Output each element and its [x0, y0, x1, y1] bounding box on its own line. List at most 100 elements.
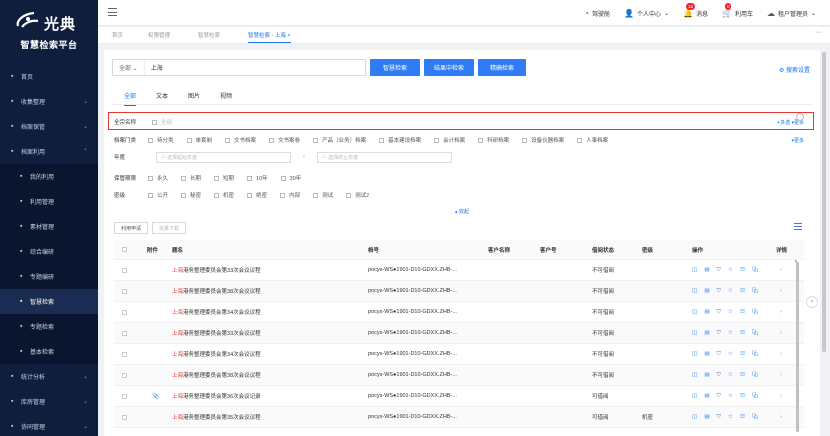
checkbox[interactable]: [280, 192, 286, 198]
sidebar-item-6[interactable]: ▪ 素材管理: [0, 214, 98, 239]
secrecy-option-1[interactable]: 秘密: [181, 191, 201, 199]
checkbox[interactable]: [313, 192, 319, 198]
checkbox[interactable]: [181, 175, 187, 181]
row-checkbox[interactable]: [122, 288, 127, 294]
sidebar-item-13[interactable]: ▪ 库房管理 ⌄: [0, 389, 98, 414]
secrecy-option-2[interactable]: 机密: [214, 191, 234, 199]
search-input[interactable]: 上海: [145, 63, 163, 72]
checkbox[interactable]: [247, 175, 253, 181]
batch-download-button[interactable]: 批量下载: [152, 222, 187, 234]
search-scope-select[interactable]: 全部 ⌄: [113, 60, 145, 75]
topbar-item-2[interactable]: 🔔 16 消息: [683, 2, 708, 18]
row-checkbox-cell[interactable]: [122, 281, 127, 301]
page-scrollbar[interactable]: [822, 52, 826, 352]
category-option-4[interactable]: 产品（业务）档案: [313, 136, 366, 144]
sidebar-item-10[interactable]: ▪ 专题检索: [0, 314, 98, 339]
checkbox[interactable]: [269, 137, 275, 143]
sidebar-item-0[interactable]: ▪ 首页: [0, 64, 98, 89]
row-checkbox[interactable]: [122, 372, 127, 378]
topbar-item-0[interactable]: ◔ 驾驶舱: [584, 9, 610, 18]
checkbox[interactable]: [434, 137, 440, 143]
sidebar-item-3[interactable]: ▪ 档案利用 ⌃: [0, 139, 98, 164]
checkbox[interactable]: [478, 137, 484, 143]
retention-option-2[interactable]: 短期: [214, 174, 234, 182]
checkbox[interactable]: [522, 137, 528, 143]
checkbox[interactable]: [214, 175, 220, 181]
row-checkbox[interactable]: [122, 267, 127, 273]
row-checkbox[interactable]: [122, 414, 127, 420]
row-title[interactable]: 上海 港务整理委员会第38次会议议程: [172, 365, 261, 385]
row-operations-icons[interactable]: ◫ ▤ ⛉ ☆ ⛫ ⧉: [692, 365, 761, 385]
exact-search-button[interactable]: 精确检索: [478, 59, 526, 76]
sidebar-item-11[interactable]: ▪ 基本检索: [0, 339, 98, 364]
apply-use-button[interactable]: 利用申请: [114, 222, 149, 234]
checkbox[interactable]: [181, 192, 187, 198]
category-option-3[interactable]: 文书案卷: [269, 136, 300, 144]
row-checkbox-cell[interactable]: [122, 260, 127, 280]
row-title[interactable]: 上海 港务整理委员会第35次会议议程: [172, 407, 261, 427]
smart-search-button[interactable]: 智慧检索: [370, 59, 420, 76]
sidebar-item-14[interactable]: ▪ 协同管理 ⌄: [0, 414, 98, 436]
category-option-1[interactable]: 单套制: [186, 136, 212, 144]
row-operations-icons[interactable]: ◫ ▤ ⛉ ☆ ⛫ ⧉: [692, 344, 761, 364]
topbar-item-4[interactable]: ☁ 租户管理员 ⌄: [767, 9, 816, 18]
row-title[interactable]: 上海 港务整理委员会第36次会议记录: [172, 386, 261, 406]
checkbox[interactable]: [577, 137, 583, 143]
retention-option-0[interactable]: 永久: [148, 174, 168, 182]
category-option-7[interactable]: 科研档案: [478, 136, 509, 144]
row-checkbox[interactable]: [122, 393, 127, 399]
row-detail-chevron-icon[interactable]: ›: [780, 365, 782, 385]
table-scrollbar[interactable]: [796, 262, 799, 432]
header-checkbox-cell[interactable]: [122, 240, 127, 259]
row-detail-chevron-icon[interactable]: ›: [780, 281, 782, 301]
secrecy-option-6[interactable]: 测试2: [346, 191, 369, 199]
fonds-option-all[interactable]: 全部: [152, 118, 172, 126]
sidebar-item-5[interactable]: ▪ 利用管理: [0, 189, 98, 214]
row-checkbox[interactable]: [122, 351, 127, 357]
table-row[interactable]: 📎 上海 港务整理委员会第36次会议记录 pocys-WS●1901-D10-GDXX…: [114, 386, 804, 407]
table-row[interactable]: 上海 港务整理委员会第34次会议议程 pocys-WS●1901-D10-GDXX.…: [114, 302, 804, 323]
row-detail-chevron-icon[interactable]: ›: [780, 302, 782, 322]
row-title[interactable]: 上海 港务整理委员会第33次会议议程: [172, 323, 261, 343]
sidebar-item-7[interactable]: ▪ 综合编研: [0, 239, 98, 264]
sidebar-item-8[interactable]: ▪ 专题编研: [0, 264, 98, 289]
checkbox[interactable]: [148, 192, 153, 198]
tab-0[interactable]: 首页: [112, 31, 123, 39]
row-title[interactable]: 上海 港务整理委员会第34次会议议程: [172, 302, 261, 322]
tab-3[interactable]: 智慧检索 - 上海 ×: [248, 31, 291, 43]
checkbox[interactable]: [247, 192, 253, 198]
row-operations-icons[interactable]: ◫ ▤ ⛉ ☆ ⛫ ⧉: [692, 260, 761, 280]
sidebar-item-1[interactable]: ▪ 收集整理 ⌄: [0, 89, 98, 114]
topbar-item-1[interactable]: 👤 个人中心 ⌄: [624, 9, 669, 18]
row-operations-icons[interactable]: ◫ ▤ ⛉ ☆ ⛫ ⧉: [692, 323, 761, 343]
row-detail-chevron-icon[interactable]: ›: [780, 386, 782, 406]
checkbox[interactable]: [186, 137, 192, 143]
select-all-checkbox[interactable]: [122, 247, 127, 252]
row-detail-chevron-icon[interactable]: ›: [780, 407, 782, 427]
checkbox[interactable]: [225, 137, 231, 143]
sidebar-item-12[interactable]: ▪ 统计分析 ⌄: [0, 364, 98, 389]
row-operations-icons[interactable]: ◫ ▤ ⛉ ☆ ⛫ ⧉: [692, 386, 761, 406]
search-box[interactable]: 全部 ⌄ 上海: [112, 59, 366, 76]
collapse-filters-link[interactable]: ▴ 收起: [104, 208, 820, 215]
attachment-icon[interactable]: 📎: [152, 386, 159, 406]
retention-option-3[interactable]: 10年: [247, 174, 268, 182]
tab-1[interactable]: 权限管理: [148, 31, 170, 39]
category-more-link[interactable]: ▾更多: [791, 137, 804, 144]
search-in-results-button[interactable]: 结果中检索: [424, 59, 474, 76]
row-checkbox-cell[interactable]: [122, 365, 127, 385]
row-checkbox-cell[interactable]: [122, 302, 127, 322]
category-option-0[interactable]: 待分类: [148, 136, 174, 144]
checkbox[interactable]: [313, 137, 319, 143]
checkbox[interactable]: [280, 175, 286, 181]
year-start-input[interactable]: ▭ 选择起始年度: [156, 151, 291, 163]
row-operations-icons[interactable]: ◫ ▤ ⛉ ☆ ⛫ ⧉: [692, 302, 761, 322]
row-detail-chevron-icon[interactable]: ›: [780, 344, 782, 364]
checkbox[interactable]: [148, 175, 153, 181]
checkbox[interactable]: [214, 192, 220, 198]
tab-2[interactable]: 智慧检索: [198, 31, 220, 39]
row-checkbox[interactable]: [122, 309, 127, 315]
category-option-9[interactable]: 人事档案: [577, 136, 608, 144]
table-row[interactable]: 上海 港务整理委员会第34次会议议程 pocys-WS●1901-D10-GDXX.…: [114, 344, 804, 365]
secrecy-option-3[interactable]: 绝密: [247, 191, 267, 199]
